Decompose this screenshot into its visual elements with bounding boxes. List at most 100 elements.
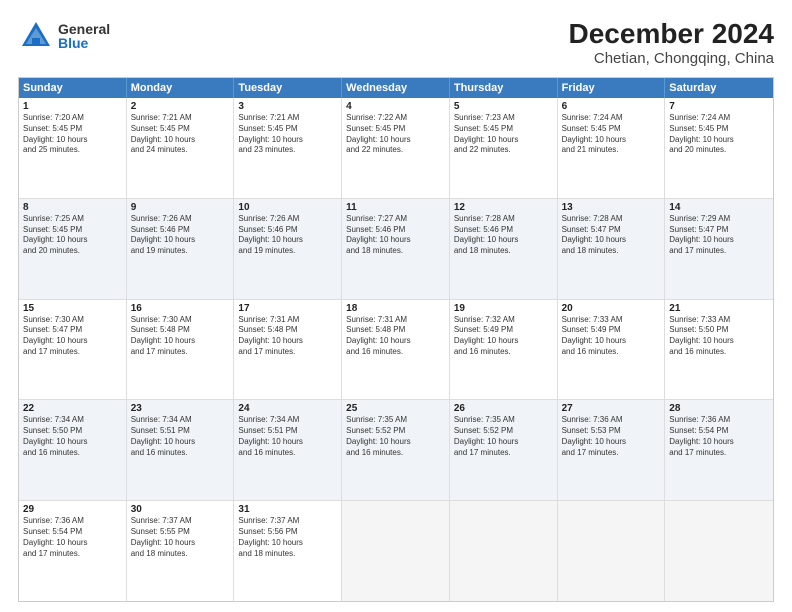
weekday-header-wednesday: Wednesday (342, 78, 450, 98)
cell-info: Sunrise: 7:37 AMSunset: 5:56 PMDaylight:… (238, 516, 337, 559)
location: Chetian, Chongqing, China (569, 50, 774, 67)
calendar-cell: 23Sunrise: 7:34 AMSunset: 5:51 PMDayligh… (127, 400, 235, 500)
cell-info: Sunrise: 7:24 AMSunset: 5:45 PMDaylight:… (669, 113, 769, 156)
calendar-cell: 25Sunrise: 7:35 AMSunset: 5:52 PMDayligh… (342, 400, 450, 500)
cell-info: Sunrise: 7:26 AMSunset: 5:46 PMDaylight:… (238, 214, 337, 257)
cell-info: Sunrise: 7:36 AMSunset: 5:54 PMDaylight:… (669, 415, 769, 458)
cell-info: Sunrise: 7:37 AMSunset: 5:55 PMDaylight:… (131, 516, 230, 559)
cell-info: Sunrise: 7:21 AMSunset: 5:45 PMDaylight:… (131, 113, 230, 156)
weekday-header-thursday: Thursday (450, 78, 558, 98)
cell-info: Sunrise: 7:32 AMSunset: 5:49 PMDaylight:… (454, 315, 553, 358)
logo-general-text: General (58, 22, 110, 36)
calendar-cell: 5Sunrise: 7:23 AMSunset: 5:45 PMDaylight… (450, 98, 558, 198)
cell-info: Sunrise: 7:26 AMSunset: 5:46 PMDaylight:… (131, 214, 230, 257)
day-number: 19 (454, 303, 553, 314)
calendar-cell: 22Sunrise: 7:34 AMSunset: 5:50 PMDayligh… (19, 400, 127, 500)
day-number: 20 (562, 303, 661, 314)
day-number: 15 (23, 303, 122, 314)
day-number: 22 (23, 403, 122, 414)
day-number: 26 (454, 403, 553, 414)
calendar-cell: 2Sunrise: 7:21 AMSunset: 5:45 PMDaylight… (127, 98, 235, 198)
calendar-cell (665, 501, 773, 601)
day-number: 8 (23, 202, 122, 213)
day-number: 11 (346, 202, 445, 213)
day-number: 4 (346, 101, 445, 112)
cell-info: Sunrise: 7:21 AMSunset: 5:45 PMDaylight:… (238, 113, 337, 156)
calendar-cell (558, 501, 666, 601)
day-number: 24 (238, 403, 337, 414)
cell-info: Sunrise: 7:23 AMSunset: 5:45 PMDaylight:… (454, 113, 553, 156)
calendar-cell: 24Sunrise: 7:34 AMSunset: 5:51 PMDayligh… (234, 400, 342, 500)
calendar-row-4: 29Sunrise: 7:36 AMSunset: 5:54 PMDayligh… (19, 500, 773, 601)
cell-info: Sunrise: 7:33 AMSunset: 5:49 PMDaylight:… (562, 315, 661, 358)
calendar-cell: 7Sunrise: 7:24 AMSunset: 5:45 PMDaylight… (665, 98, 773, 198)
calendar-cell (342, 501, 450, 601)
calendar-cell: 31Sunrise: 7:37 AMSunset: 5:56 PMDayligh… (234, 501, 342, 601)
cell-info: Sunrise: 7:25 AMSunset: 5:45 PMDaylight:… (23, 214, 122, 257)
day-number: 29 (23, 504, 122, 515)
day-number: 25 (346, 403, 445, 414)
calendar-cell: 21Sunrise: 7:33 AMSunset: 5:50 PMDayligh… (665, 300, 773, 400)
calendar-row-3: 22Sunrise: 7:34 AMSunset: 5:50 PMDayligh… (19, 399, 773, 500)
cell-info: Sunrise: 7:34 AMSunset: 5:50 PMDaylight:… (23, 415, 122, 458)
calendar-cell: 20Sunrise: 7:33 AMSunset: 5:49 PMDayligh… (558, 300, 666, 400)
cell-info: Sunrise: 7:35 AMSunset: 5:52 PMDaylight:… (454, 415, 553, 458)
day-number: 16 (131, 303, 230, 314)
cell-info: Sunrise: 7:35 AMSunset: 5:52 PMDaylight:… (346, 415, 445, 458)
weekday-header-friday: Friday (558, 78, 666, 98)
day-number: 30 (131, 504, 230, 515)
calendar-cell: 26Sunrise: 7:35 AMSunset: 5:52 PMDayligh… (450, 400, 558, 500)
calendar-cell: 6Sunrise: 7:24 AMSunset: 5:45 PMDaylight… (558, 98, 666, 198)
weekday-header-monday: Monday (127, 78, 235, 98)
calendar-cell: 11Sunrise: 7:27 AMSunset: 5:46 PMDayligh… (342, 199, 450, 299)
calendar-cell: 4Sunrise: 7:22 AMSunset: 5:45 PMDaylight… (342, 98, 450, 198)
calendar-cell: 3Sunrise: 7:21 AMSunset: 5:45 PMDaylight… (234, 98, 342, 198)
calendar-row-2: 15Sunrise: 7:30 AMSunset: 5:47 PMDayligh… (19, 299, 773, 400)
calendar-cell (450, 501, 558, 601)
cell-info: Sunrise: 7:22 AMSunset: 5:45 PMDaylight:… (346, 113, 445, 156)
cell-info: Sunrise: 7:28 AMSunset: 5:46 PMDaylight:… (454, 214, 553, 257)
day-number: 13 (562, 202, 661, 213)
day-number: 9 (131, 202, 230, 213)
cell-info: Sunrise: 7:34 AMSunset: 5:51 PMDaylight:… (131, 415, 230, 458)
cell-info: Sunrise: 7:29 AMSunset: 5:47 PMDaylight:… (669, 214, 769, 257)
calendar-cell: 28Sunrise: 7:36 AMSunset: 5:54 PMDayligh… (665, 400, 773, 500)
cell-info: Sunrise: 7:36 AMSunset: 5:54 PMDaylight:… (23, 516, 122, 559)
calendar-cell: 30Sunrise: 7:37 AMSunset: 5:55 PMDayligh… (127, 501, 235, 601)
cell-info: Sunrise: 7:36 AMSunset: 5:53 PMDaylight:… (562, 415, 661, 458)
cell-info: Sunrise: 7:33 AMSunset: 5:50 PMDaylight:… (669, 315, 769, 358)
day-number: 17 (238, 303, 337, 314)
logo-blue-text: Blue (58, 36, 110, 50)
day-number: 1 (23, 101, 122, 112)
calendar-body: 1Sunrise: 7:20 AMSunset: 5:45 PMDaylight… (19, 98, 773, 601)
month-title: December 2024 (569, 18, 774, 50)
day-number: 21 (669, 303, 769, 314)
day-number: 5 (454, 101, 553, 112)
cell-info: Sunrise: 7:28 AMSunset: 5:47 PMDaylight:… (562, 214, 661, 257)
cell-info: Sunrise: 7:24 AMSunset: 5:45 PMDaylight:… (562, 113, 661, 156)
calendar-cell: 18Sunrise: 7:31 AMSunset: 5:48 PMDayligh… (342, 300, 450, 400)
cell-info: Sunrise: 7:34 AMSunset: 5:51 PMDaylight:… (238, 415, 337, 458)
calendar-cell: 19Sunrise: 7:32 AMSunset: 5:49 PMDayligh… (450, 300, 558, 400)
cell-info: Sunrise: 7:30 AMSunset: 5:48 PMDaylight:… (131, 315, 230, 358)
calendar-cell: 8Sunrise: 7:25 AMSunset: 5:45 PMDaylight… (19, 199, 127, 299)
calendar: SundayMondayTuesdayWednesdayThursdayFrid… (18, 77, 774, 602)
cell-info: Sunrise: 7:30 AMSunset: 5:47 PMDaylight:… (23, 315, 122, 358)
calendar-cell: 1Sunrise: 7:20 AMSunset: 5:45 PMDaylight… (19, 98, 127, 198)
day-number: 10 (238, 202, 337, 213)
day-number: 12 (454, 202, 553, 213)
calendar-cell: 14Sunrise: 7:29 AMSunset: 5:47 PMDayligh… (665, 199, 773, 299)
day-number: 31 (238, 504, 337, 515)
day-number: 3 (238, 101, 337, 112)
cell-info: Sunrise: 7:27 AMSunset: 5:46 PMDaylight:… (346, 214, 445, 257)
header: General Blue December 2024 Chetian, Chon… (18, 18, 774, 67)
day-number: 2 (131, 101, 230, 112)
calendar-cell: 9Sunrise: 7:26 AMSunset: 5:46 PMDaylight… (127, 199, 235, 299)
title-block: December 2024 Chetian, Chongqing, China (569, 18, 774, 67)
day-number: 18 (346, 303, 445, 314)
calendar-row-0: 1Sunrise: 7:20 AMSunset: 5:45 PMDaylight… (19, 98, 773, 198)
calendar-header: SundayMondayTuesdayWednesdayThursdayFrid… (19, 78, 773, 98)
cell-info: Sunrise: 7:31 AMSunset: 5:48 PMDaylight:… (238, 315, 337, 358)
page: General Blue December 2024 Chetian, Chon… (0, 0, 792, 612)
calendar-cell: 27Sunrise: 7:36 AMSunset: 5:53 PMDayligh… (558, 400, 666, 500)
